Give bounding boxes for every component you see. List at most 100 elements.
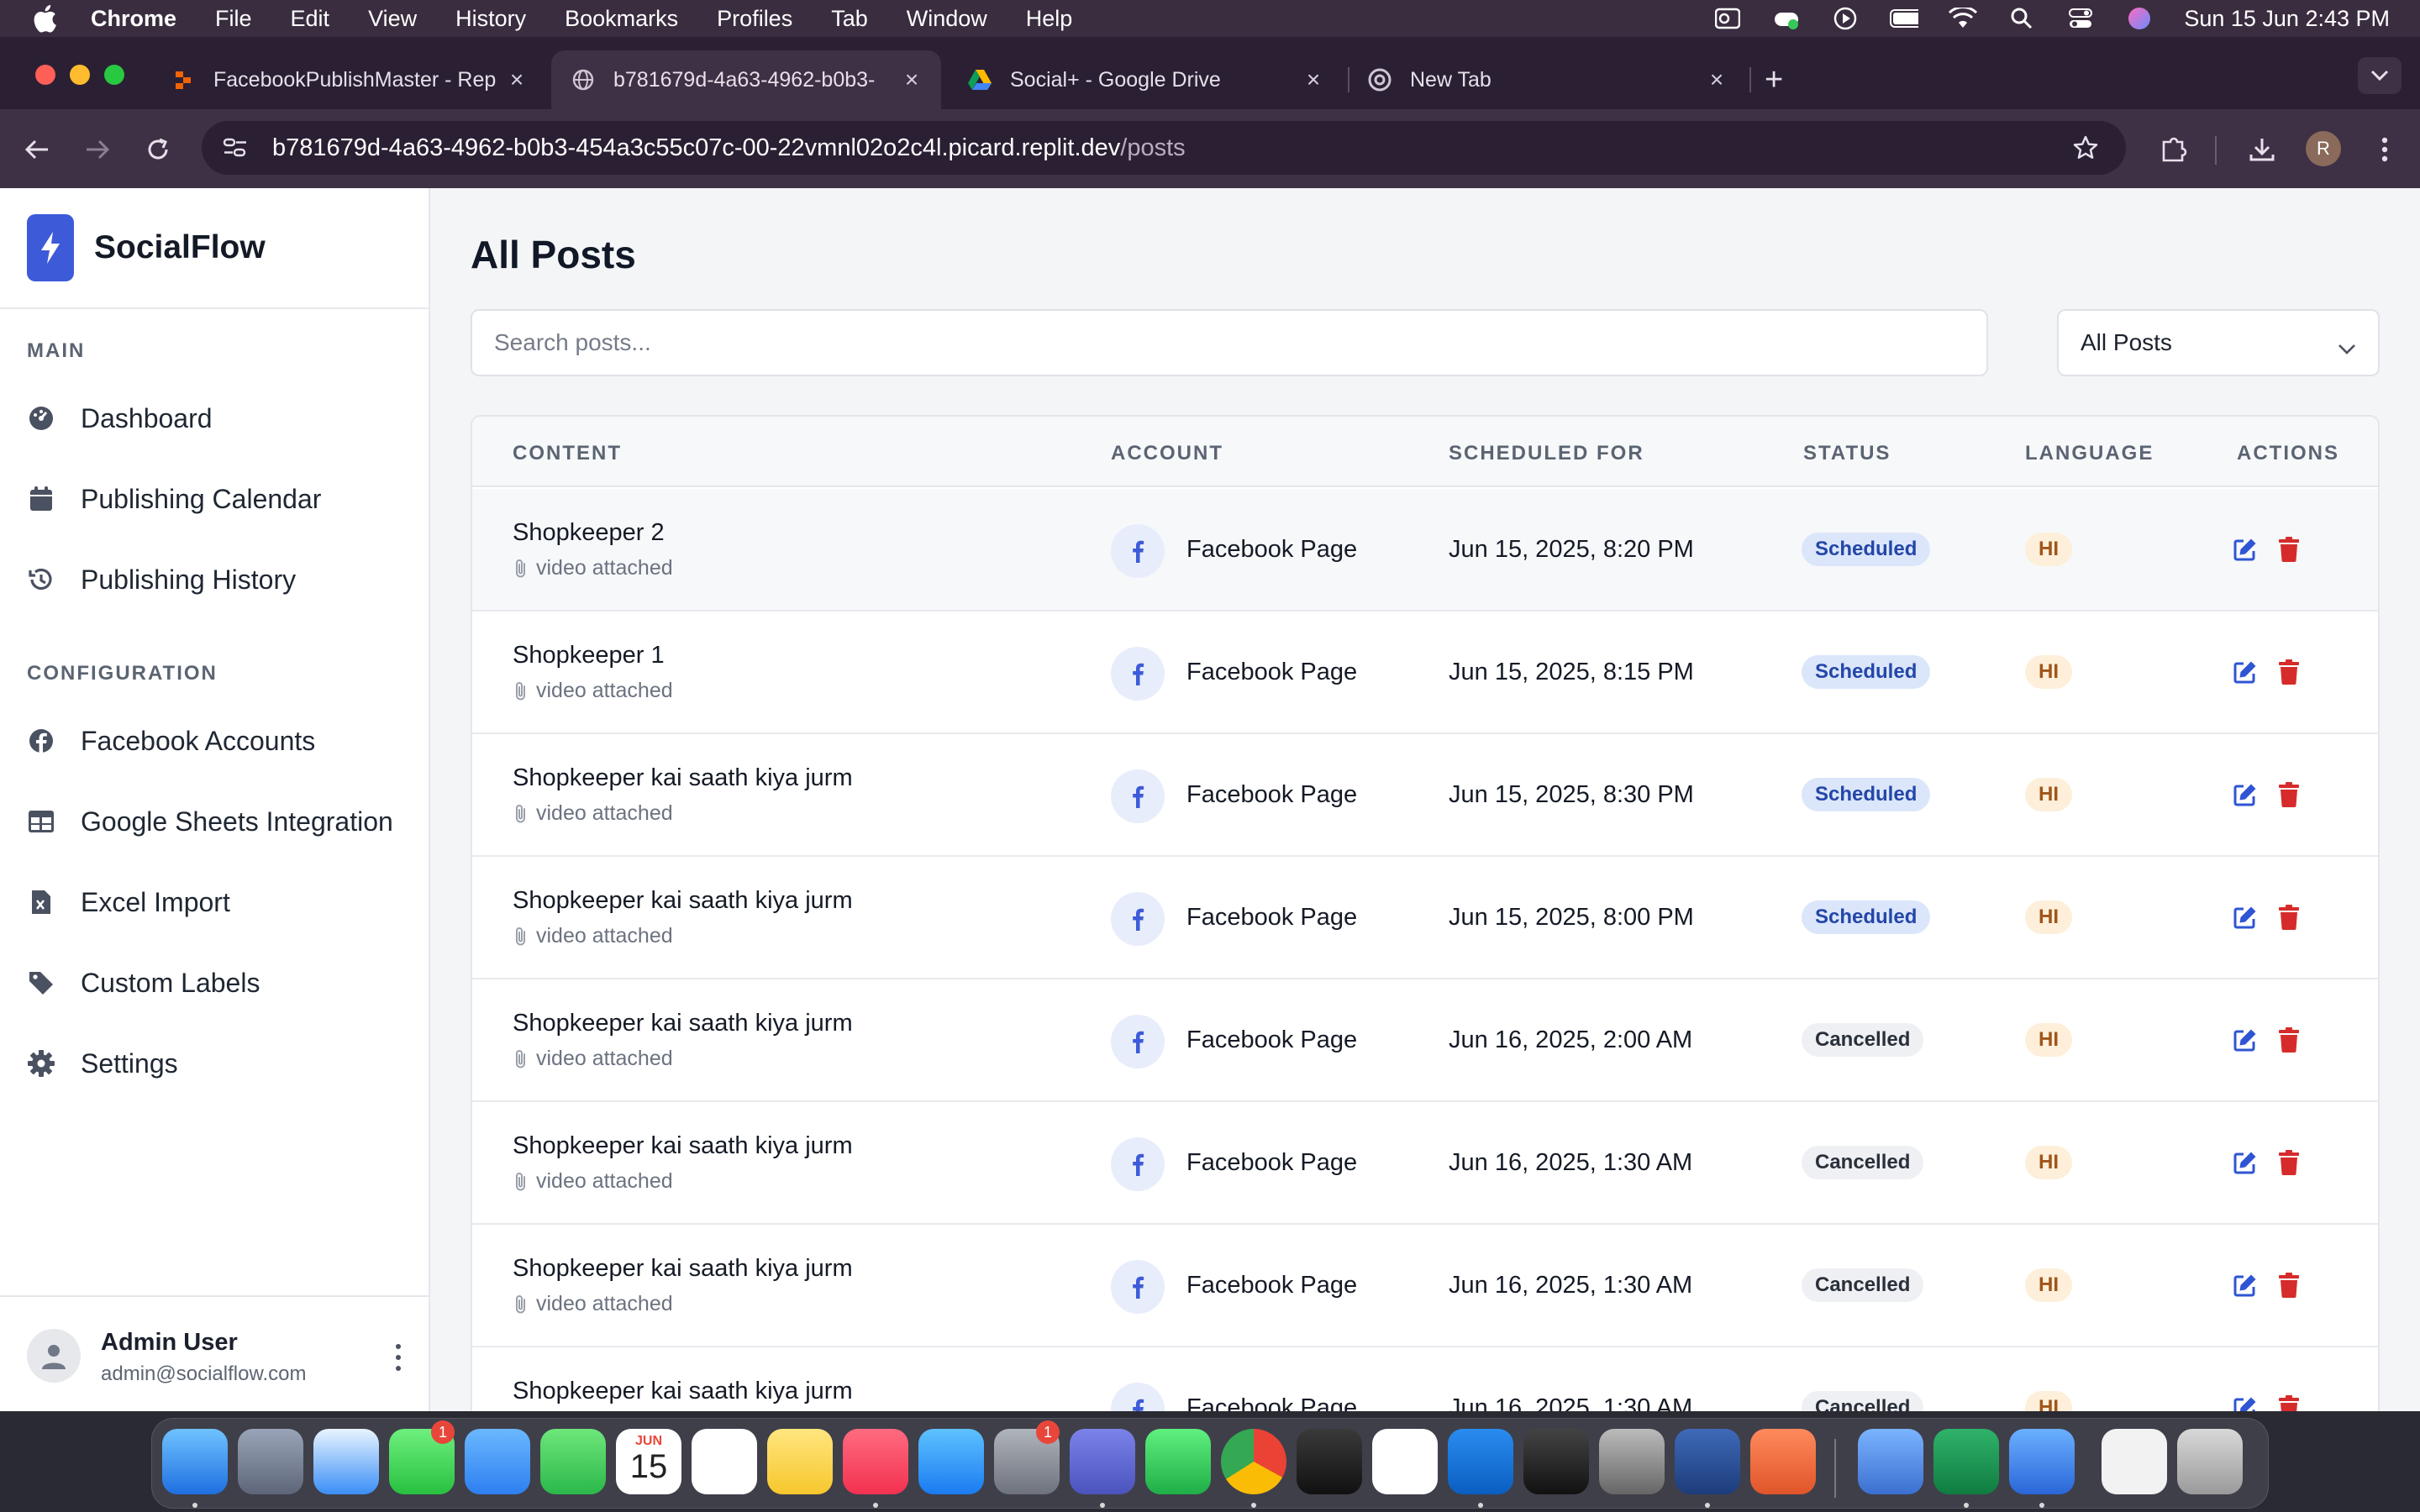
- edit-icon[interactable]: [2232, 1394, 2259, 1411]
- delete-trash-icon[interactable]: [2275, 781, 2302, 808]
- menubar-clock[interactable]: Sun 15 Jun 2:43 PM: [2184, 6, 2390, 32]
- apple-menu-icon[interactable]: [32, 4, 66, 33]
- chrome-app-icon[interactable]: [1221, 1429, 1286, 1494]
- tab-facebookpublishmaster[interactable]: FacebookPublishMaster - Rep ×: [151, 50, 546, 109]
- spotlight-search-icon[interactable]: [2007, 8, 2036, 29]
- xlsx-document-icon[interactable]: [2102, 1429, 2167, 1494]
- slack-icon[interactable]: [1372, 1429, 1438, 1494]
- menu-edit[interactable]: Edit: [291, 6, 330, 32]
- tab-search-chevron-icon[interactable]: [2358, 57, 2402, 94]
- mysql-workbench-icon[interactable]: [1675, 1429, 1740, 1494]
- whatsapp-icon[interactable]: [1145, 1429, 1211, 1494]
- edit-icon[interactable]: [2232, 1149, 2259, 1176]
- post-filter-select[interactable]: All Posts: [2057, 309, 2380, 376]
- table-row[interactable]: Shopkeeper kai saath kiya jurm video att…: [472, 1102, 2378, 1225]
- close-tab-icon[interactable]: ×: [901, 66, 923, 92]
- profile-avatar[interactable]: R: [2306, 131, 2341, 166]
- excel-app-icon[interactable]: [1933, 1429, 1999, 1494]
- close-tab-icon[interactable]: ×: [506, 66, 528, 92]
- menu-view[interactable]: View: [368, 6, 417, 32]
- delete-trash-icon[interactable]: [2275, 536, 2302, 563]
- tab-new-tab[interactable]: New Tab ×: [1348, 50, 1746, 109]
- user-profile-footer[interactable]: Admin User admin@socialflow.com: [0, 1295, 429, 1411]
- control-center-icon[interactable]: [2066, 8, 2095, 29]
- delete-trash-icon[interactable]: [2275, 1272, 2302, 1299]
- finder-folder-icon[interactable]: [1858, 1429, 1923, 1494]
- menu-window[interactable]: Window: [907, 6, 987, 32]
- zoom-window-button[interactable]: [104, 65, 124, 85]
- edit-icon[interactable]: [2232, 536, 2259, 563]
- app-store-icon[interactable]: [918, 1429, 984, 1494]
- menu-file[interactable]: File: [215, 6, 252, 32]
- menu-bookmarks[interactable]: Bookmarks: [565, 6, 678, 32]
- sidebar-item-settings[interactable]: Settings: [0, 1030, 429, 1097]
- minimize-window-button[interactable]: [70, 65, 90, 85]
- site-settings-icon[interactable]: [218, 136, 252, 160]
- user-menu-kebab-icon[interactable]: [390, 1341, 407, 1374]
- brand-header[interactable]: SocialFlow: [0, 188, 429, 309]
- chrome-menu-kebab-icon[interactable]: [2368, 133, 2402, 166]
- edit-icon[interactable]: [2232, 1026, 2259, 1053]
- menu-profiles[interactable]: Profiles: [717, 6, 792, 32]
- delete-trash-icon[interactable]: [2275, 904, 2302, 931]
- reload-icon[interactable]: [141, 133, 175, 166]
- sidebar-item-custom-labels[interactable]: Custom Labels: [0, 949, 429, 1016]
- siri-icon[interactable]: [2125, 8, 2154, 29]
- table-row[interactable]: Shopkeeper 1 video attached Facebook Pag…: [472, 612, 2378, 734]
- menu-app-name[interactable]: Chrome: [91, 6, 176, 32]
- sidebar-item-excel-import[interactable]: Excel Import: [0, 869, 429, 936]
- table-row[interactable]: Shopkeeper kai saath kiya jurm video att…: [472, 1347, 2378, 1411]
- xcode-icon[interactable]: [2009, 1429, 2075, 1494]
- edit-icon[interactable]: [2232, 659, 2259, 685]
- table-row[interactable]: Shopkeeper kai saath kiya jurm video att…: [472, 1225, 2378, 1347]
- close-tab-icon[interactable]: ×: [1706, 66, 1728, 92]
- iphone-mirroring-icon[interactable]: [1599, 1429, 1665, 1494]
- gamepad-status-icon[interactable]: [1772, 8, 1801, 29]
- back-arrow-icon[interactable]: [20, 133, 54, 166]
- delete-trash-icon[interactable]: [2275, 659, 2302, 685]
- sidebar-item-google-sheets-integration[interactable]: Google Sheets Integration: [0, 788, 429, 855]
- reminders-icon[interactable]: [692, 1429, 757, 1494]
- table-row[interactable]: Shopkeeper 2 video attached Facebook Pag…: [472, 489, 2378, 612]
- address-bar[interactable]: b781679d-4a63-4962-b0b3-454a3c55c07c-00-…: [202, 121, 2126, 175]
- extensions-puzzle-icon[interactable]: [2156, 133, 2190, 166]
- mail-icon[interactable]: [465, 1429, 530, 1494]
- safari-icon[interactable]: [313, 1429, 379, 1494]
- calendar-app-icon[interactable]: JUN 15: [616, 1429, 681, 1494]
- sidebar-item-dashboard[interactable]: Dashboard: [0, 385, 429, 452]
- claude-icon[interactable]: [1750, 1429, 1816, 1494]
- menu-history[interactable]: History: [455, 6, 526, 32]
- cube-app-icon[interactable]: [1523, 1429, 1589, 1494]
- sidebar-item-publishing-history[interactable]: Publishing History: [0, 546, 429, 613]
- notes-icon[interactable]: [767, 1429, 833, 1494]
- teams-icon[interactable]: [1070, 1429, 1135, 1494]
- edit-icon[interactable]: [2232, 1272, 2259, 1299]
- outlook-status-icon[interactable]: [1713, 8, 1742, 29]
- close-tab-icon[interactable]: ×: [1302, 66, 1324, 92]
- bookmark-star-icon[interactable]: [2072, 134, 2099, 165]
- edit-icon[interactable]: [2232, 904, 2259, 931]
- tab-google-drive[interactable]: Social+ - Google Drive ×: [948, 50, 1343, 109]
- sidebar-item-facebook-accounts[interactable]: Facebook Accounts: [0, 707, 429, 774]
- facetime-icon[interactable]: [540, 1429, 606, 1494]
- tab-active-replit[interactable]: b781679d-4a63-4962-b0b3- ×: [551, 50, 941, 109]
- menu-tab[interactable]: Tab: [831, 6, 868, 32]
- delete-trash-icon[interactable]: [2275, 1026, 2302, 1053]
- trash-icon[interactable]: [2177, 1429, 2243, 1494]
- table-row[interactable]: Shopkeeper kai saath kiya jurm video att…: [472, 979, 2378, 1102]
- download-icon[interactable]: [2245, 133, 2279, 166]
- vpn-app-icon[interactable]: [1297, 1429, 1362, 1494]
- table-row[interactable]: Shopkeeper kai saath kiya jurm video att…: [472, 734, 2378, 857]
- edit-icon[interactable]: [2232, 781, 2259, 808]
- table-row[interactable]: Shopkeeper kai saath kiya jurm video att…: [472, 857, 2378, 979]
- finder-icon[interactable]: [162, 1429, 228, 1494]
- menu-help[interactable]: Help: [1026, 6, 1073, 32]
- wifi-icon[interactable]: [1949, 8, 1978, 29]
- play-status-icon[interactable]: [1831, 7, 1860, 30]
- forward-arrow-icon[interactable]: [81, 133, 114, 166]
- new-tab-plus-icon[interactable]: +: [1765, 64, 1783, 96]
- delete-trash-icon[interactable]: [2275, 1394, 2302, 1411]
- launchpad-icon[interactable]: [238, 1429, 303, 1494]
- search-input[interactable]: [471, 309, 1988, 376]
- sidebar-item-publishing-calendar[interactable]: Publishing Calendar: [0, 465, 429, 533]
